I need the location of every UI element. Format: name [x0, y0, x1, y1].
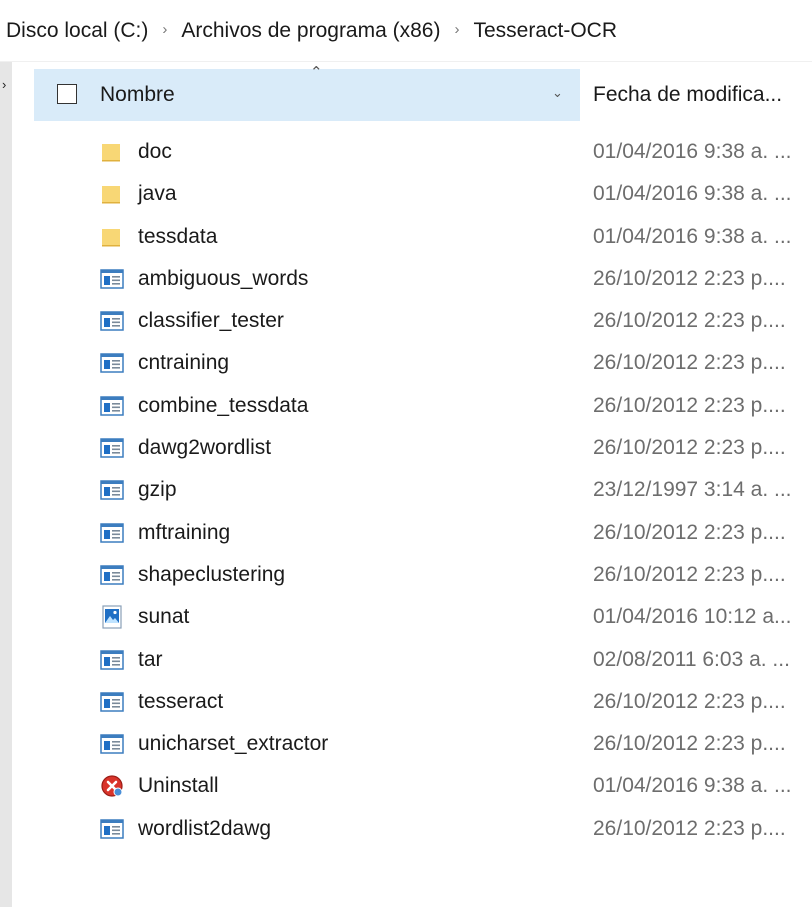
file-modified-date: 26/10/2012 2:23 p.... — [593, 816, 786, 840]
application-icon — [100, 563, 124, 587]
file-modified-date: 01/04/2016 9:38 a. ... — [593, 140, 792, 163]
file-row[interactable]: Uninstall 01/04/2016 9:38 a. ... — [34, 765, 812, 807]
folder-icon — [100, 140, 124, 164]
application-icon — [100, 521, 124, 545]
column-header-name[interactable]: Nombre ⌃ ⌄ — [34, 64, 579, 121]
file-name[interactable]: tessdata — [138, 225, 217, 249]
navigation-pane-edge[interactable]: › — [0, 62, 12, 907]
file-name[interactable]: Uninstall — [138, 774, 219, 798]
file-row[interactable]: cntraining 26/10/2012 2:23 p.... — [34, 342, 812, 384]
file-row[interactable]: doc 01/04/2016 9:38 a. ... — [34, 131, 812, 173]
file-name[interactable]: java — [138, 182, 177, 206]
application-icon — [100, 690, 124, 714]
file-row[interactable]: shapeclustering 26/10/2012 2:23 p.... — [34, 554, 812, 596]
file-explorer: Disco local (C:) › Archivos de programa … — [0, 0, 812, 907]
file-row[interactable]: combine_tessdata 26/10/2012 2:23 p.... — [34, 385, 812, 427]
column-divider[interactable] — [579, 69, 580, 121]
file-name[interactable]: sunat — [138, 605, 189, 629]
file-modified-date: 01/04/2016 9:38 a. ... — [593, 182, 792, 206]
file-row[interactable]: java 01/04/2016 9:38 a. ... — [34, 173, 812, 215]
column-header: Nombre ⌃ ⌄ Fecha de modifica... — [34, 64, 812, 121]
file-name[interactable]: classifier_tester — [138, 309, 284, 333]
file-modified-date: 26/10/2012 2:23 p.... — [593, 393, 786, 417]
uninstall-icon — [100, 774, 124, 798]
file-row[interactable]: wordlist2dawg 26/10/2012 2:23 p.... — [34, 808, 812, 850]
application-icon — [100, 394, 124, 418]
file-modified-date: 23/12/1997 3:14 a. ... — [593, 478, 792, 502]
file-name[interactable]: unicharset_extractor — [138, 732, 328, 756]
file-row[interactable]: sunat 01/04/2016 10:12 a... — [34, 596, 812, 638]
column-filter-dropdown-icon[interactable]: ⌄ — [552, 85, 563, 101]
file-modified-date: 26/10/2012 2:23 p.... — [593, 436, 786, 460]
file-name[interactable]: gzip — [138, 478, 177, 502]
breadcrumb: Disco local (C:) › Archivos de programa … — [0, 0, 812, 62]
breadcrumb-item-tesseract[interactable]: Tesseract-OCR — [473, 19, 617, 43]
file-row[interactable]: tessdata 01/04/2016 9:38 a. ... — [34, 216, 812, 258]
file-row[interactable]: classifier_tester 26/10/2012 2:23 p.... — [34, 300, 812, 342]
application-icon — [100, 309, 124, 333]
file-modified-date: 26/10/2012 2:23 p.... — [593, 689, 786, 713]
select-all-checkbox[interactable] — [57, 84, 77, 104]
file-name[interactable]: ambiguous_words — [138, 267, 308, 291]
file-name[interactable]: shapeclustering — [138, 563, 285, 587]
file-name[interactable]: dawg2wordlist — [138, 436, 271, 460]
file-modified-date: 01/04/2016 10:12 a... — [593, 605, 792, 629]
breadcrumb-separator-icon[interactable]: › — [162, 21, 167, 38]
column-header-date[interactable]: Fecha de modifica... — [593, 83, 782, 107]
file-name[interactable]: tesseract — [138, 690, 223, 714]
file-modified-date: 26/10/2012 2:23 p.... — [593, 520, 786, 544]
application-icon — [100, 478, 124, 502]
file-modified-date: 26/10/2012 2:23 p.... — [593, 309, 786, 333]
file-row[interactable]: mftraining 26/10/2012 2:23 p.... — [34, 512, 812, 554]
file-name[interactable]: mftraining — [138, 521, 230, 545]
file-row[interactable]: tar 02/08/2011 6:03 a. ... — [34, 639, 812, 681]
breadcrumb-item-local-disk[interactable]: Disco local (C:) — [6, 19, 148, 43]
file-name[interactable]: combine_tessdata — [138, 394, 308, 418]
file-modified-date: 02/08/2011 6:03 a. ... — [593, 647, 790, 671]
application-icon — [100, 817, 124, 841]
breadcrumb-separator-icon[interactable]: › — [454, 21, 459, 38]
application-icon — [100, 732, 124, 756]
application-icon — [100, 267, 124, 291]
file-row[interactable]: gzip 23/12/1997 3:14 a. ... — [34, 469, 812, 511]
file-row[interactable]: dawg2wordlist 26/10/2012 2:23 p.... — [34, 427, 812, 469]
file-name[interactable]: tar — [138, 648, 163, 672]
column-name-label: Nombre — [100, 83, 175, 106]
file-name[interactable]: doc — [138, 140, 172, 164]
file-modified-date: 26/10/2012 2:23 p.... — [593, 351, 786, 375]
file-name[interactable]: cntraining — [138, 351, 229, 375]
folder-icon — [100, 225, 124, 249]
file-row[interactable]: ambiguous_words 26/10/2012 2:23 p.... — [34, 258, 812, 300]
sort-ascending-icon: ⌃ — [310, 64, 323, 81]
application-icon — [100, 436, 124, 460]
application-icon — [100, 351, 124, 375]
application-icon — [100, 648, 124, 672]
file-row[interactable]: unicharset_extractor 26/10/2012 2:23 p...… — [34, 723, 812, 765]
expand-chevron-icon[interactable]: › — [2, 78, 12, 91]
file-modified-date: 26/10/2012 2:23 p.... — [593, 732, 786, 756]
file-modified-date: 26/10/2012 2:23 p.... — [593, 562, 786, 586]
file-name[interactable]: wordlist2dawg — [138, 817, 271, 841]
folder-icon — [100, 182, 124, 206]
file-list: doc 01/04/2016 9:38 a. ... java 01/04/2016 … — [34, 131, 812, 850]
file-modified-date: 26/10/2012 2:23 p.... — [593, 266, 786, 290]
file-modified-date: 01/04/2016 9:38 a. ... — [593, 224, 792, 248]
file-modified-date: 01/04/2016 9:38 a. ... — [593, 774, 792, 798]
image-file-icon — [100, 605, 124, 629]
breadcrumb-item-program-files[interactable]: Archivos de programa (x86) — [181, 19, 440, 43]
file-row[interactable]: tesseract 26/10/2012 2:23 p.... — [34, 681, 812, 723]
